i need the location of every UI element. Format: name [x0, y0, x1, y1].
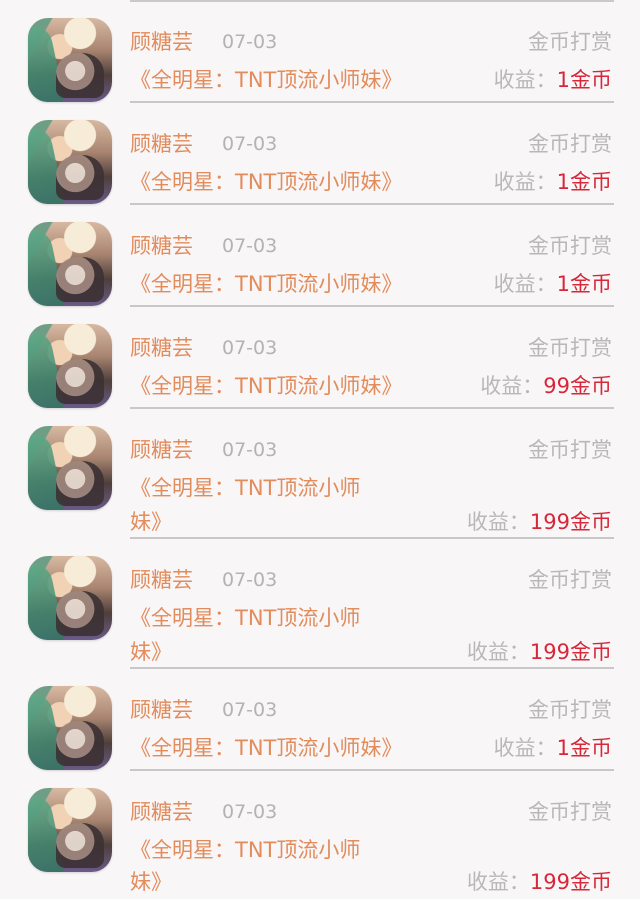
book-title[interactable]: 《全明星：TNT顶流小师妹》	[130, 165, 402, 199]
record-date: 07-03	[222, 337, 278, 359]
girl-avatar-icon	[28, 788, 112, 872]
girl-avatar-icon	[28, 324, 112, 408]
income-label: 收益：	[480, 374, 544, 398]
income-amount: 收益：1金币	[494, 63, 612, 97]
user-name: 顾糖芸	[130, 336, 193, 360]
income-value: 1金币	[556, 736, 612, 760]
income-value: 199金币	[529, 870, 612, 894]
user-name: 顾糖芸	[130, 30, 193, 54]
book-title[interactable]: 《全明星：TNT顶流小师妹》	[130, 267, 402, 301]
user-name: 顾糖芸	[130, 234, 193, 258]
income-amount: 收益：199金币	[467, 505, 612, 539]
income-amount: 收益：1金币	[494, 731, 612, 765]
user-name: 顾糖芸	[130, 132, 193, 156]
record-date: 07-03	[222, 569, 278, 591]
girl-avatar-icon	[28, 556, 112, 640]
income-label: 收益：	[493, 272, 557, 296]
book-title[interactable]: 《全明星：TNT顶流小师妹》	[130, 731, 402, 765]
user-name: 顾糖芸	[130, 698, 193, 722]
income-label: 收益：	[493, 68, 557, 92]
income-amount: 收益：99金币	[480, 369, 612, 403]
record-date: 07-03	[222, 133, 278, 155]
book-title-line-2[interactable]: 妹》	[130, 505, 172, 539]
reward-record-item[interactable]: 顾糖芸 07-03 金币打赏 《全明星：TNT顶流小师妹》 收益：1金币	[0, 204, 640, 307]
reward-record-item[interactable]: 顾糖芸 07-03 金币打赏 《全明星：TNT顶流小师妹》 收益：1金币	[0, 668, 640, 771]
reward-record-item[interactable]: 顾糖芸 07-03 金币打赏 《全明星：TNT顶流小师妹》 收益：1金币	[0, 102, 640, 205]
record-date: 07-03	[222, 31, 278, 53]
income-label: 收益：	[493, 736, 557, 760]
reward-record-item[interactable]: 顾糖芸 07-03 金币打赏 《全明星：TNT顶流小师 妹》 收益：199金币	[0, 408, 640, 539]
reward-type: 金币打赏	[528, 234, 612, 258]
user-name: 顾糖芸	[130, 800, 193, 824]
girl-avatar-icon	[28, 18, 112, 102]
book-title-line-2[interactable]: 妹》	[130, 865, 172, 899]
girl-avatar-icon	[28, 686, 112, 770]
book-title[interactable]: 《全明星：TNT顶流小师妹》	[130, 63, 402, 97]
reward-type: 金币打赏	[528, 438, 612, 462]
income-amount: 收益：1金币	[494, 165, 612, 199]
girl-avatar-icon	[28, 120, 112, 204]
user-name: 顾糖芸	[130, 568, 193, 592]
reward-record-item[interactable]: 顾糖芸 07-03 金币打赏 《全明星：TNT顶流小师 妹》 收益：199金币	[0, 770, 640, 898]
reward-record-list: 顾糖芸 07-03 金币打赏 《全明星：TNT顶流小师妹》 收益：1金币 顾糖芸…	[0, 0, 640, 898]
income-amount: 收益：199金币	[467, 865, 612, 899]
income-label: 收益：	[466, 870, 530, 894]
reward-record-item[interactable]: 顾糖芸 07-03 金币打赏 《全明星：TNT顶流小师妹》 收益：1金币	[0, 0, 640, 103]
income-value: 1金币	[556, 272, 612, 296]
income-value: 199金币	[529, 510, 612, 534]
income-value: 1金币	[556, 68, 612, 92]
reward-type: 金币打赏	[528, 698, 612, 722]
income-value: 99金币	[543, 374, 612, 398]
book-title[interactable]: 《全明星：TNT顶流小师妹》	[130, 369, 402, 403]
girl-avatar-icon	[28, 222, 112, 306]
reward-type: 金币打赏	[528, 30, 612, 54]
book-title-line-1[interactable]: 《全明星：TNT顶流小师	[130, 471, 360, 505]
book-title-line-2[interactable]: 妹》	[130, 635, 172, 669]
reward-type: 金币打赏	[528, 336, 612, 360]
book-title-line-1[interactable]: 《全明星：TNT顶流小师	[130, 601, 360, 635]
income-label: 收益：	[493, 170, 557, 194]
reward-record-item[interactable]: 顾糖芸 07-03 金币打赏 《全明星：TNT顶流小师 妹》 收益：199金币	[0, 538, 640, 669]
income-value: 1金币	[556, 170, 612, 194]
girl-avatar-icon	[28, 426, 112, 510]
record-date: 07-03	[222, 235, 278, 257]
user-name: 顾糖芸	[130, 438, 193, 462]
record-date: 07-03	[222, 699, 278, 721]
income-label: 收益：	[466, 510, 530, 534]
record-date: 07-03	[222, 801, 278, 823]
income-label: 收益：	[466, 640, 530, 664]
reward-record-item[interactable]: 顾糖芸 07-03 金币打赏 《全明星：TNT顶流小师妹》 收益：99金币	[0, 306, 640, 409]
income-amount: 收益：1金币	[494, 267, 612, 301]
income-value: 199金币	[529, 640, 612, 664]
income-amount: 收益：199金币	[467, 635, 612, 669]
reward-type: 金币打赏	[528, 132, 612, 156]
reward-type: 金币打赏	[528, 568, 612, 592]
reward-type: 金币打赏	[528, 800, 612, 824]
record-date: 07-03	[222, 439, 278, 461]
book-title-line-1[interactable]: 《全明星：TNT顶流小师	[130, 833, 360, 867]
